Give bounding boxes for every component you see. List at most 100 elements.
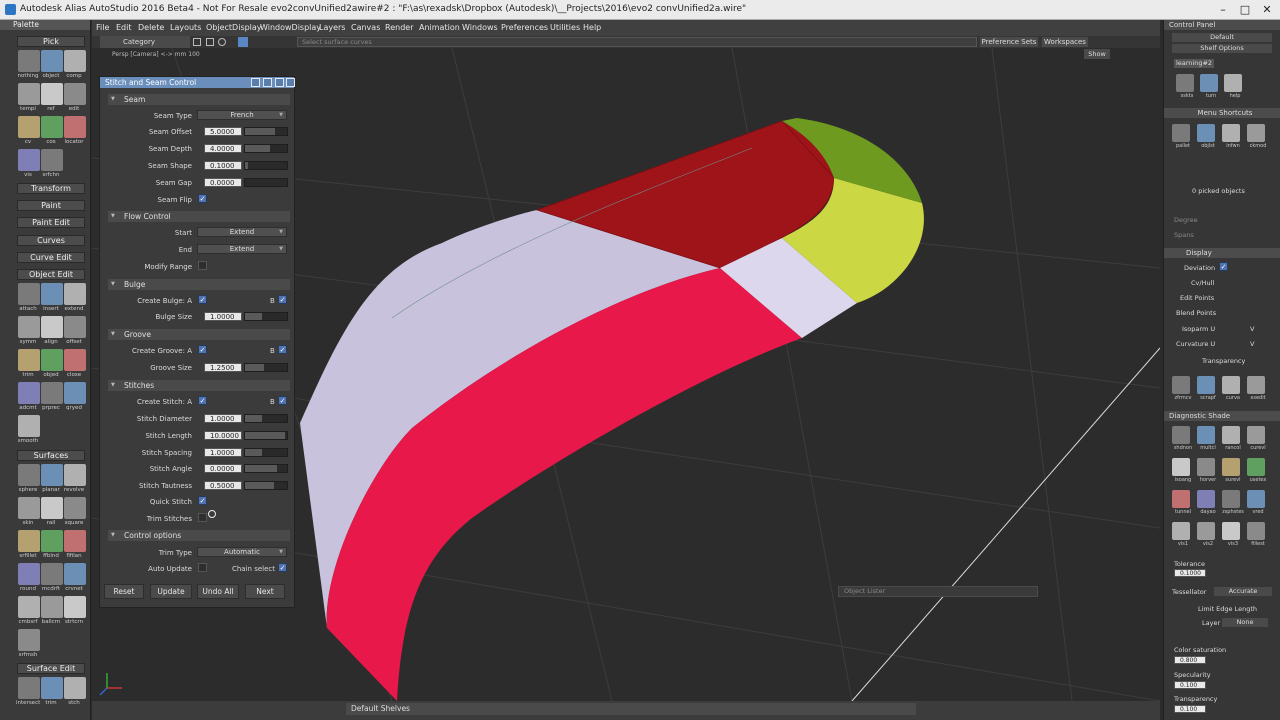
surevl-icon[interactable] [1222, 458, 1240, 476]
attach-icon[interactable] [18, 283, 40, 305]
close-icon[interactable] [64, 349, 86, 371]
menu-layers[interactable]: Layers [319, 23, 345, 32]
section-groove[interactable]: Groove [108, 329, 290, 340]
palette-section-curve-edit[interactable]: Curve Edit [17, 252, 85, 263]
stitch-spacing-slider[interactable] [244, 448, 288, 457]
seam-depth-slider[interactable] [244, 144, 288, 153]
section-seam[interactable]: Seam [108, 94, 290, 105]
seam-depth-field[interactable]: 4.0000 [204, 144, 242, 153]
cmbsrf-icon[interactable] [18, 596, 40, 618]
vis3-icon[interactable] [1222, 522, 1240, 540]
trim-type-dropdown[interactable]: Automatic [197, 547, 287, 557]
color-saturation-field[interactable]: 0.800 [1174, 656, 1206, 664]
cos-icon[interactable] [41, 116, 63, 138]
create-bulge-b-checkbox[interactable]: ✓ [278, 295, 287, 304]
snap-curve-icon[interactable] [206, 38, 214, 46]
palette-section-pick[interactable]: Pick [17, 36, 85, 47]
qryed-icon[interactable] [64, 382, 86, 404]
adcmt-icon[interactable] [18, 382, 40, 404]
stitch-length-field[interactable]: 10.0000 [204, 431, 242, 440]
dialog-options-icon[interactable] [251, 78, 260, 87]
help-icon[interactable] [1224, 74, 1242, 92]
palette-section-surface-edit[interactable]: Surface Edit [17, 663, 85, 674]
stitch-tautness-field[interactable]: 0.5000 [204, 481, 242, 490]
default-shelves-tab[interactable]: Default Shelves [346, 703, 916, 715]
specularity-field[interactable]: 0.100 [1174, 681, 1206, 689]
flow-start-dropdown[interactable]: Extend [197, 227, 287, 237]
stitch-diameter-field[interactable]: 1.0000 [204, 414, 242, 423]
trim-icon[interactable] [41, 677, 63, 699]
strtcrn-icon[interactable] [64, 596, 86, 618]
srfillet-icon[interactable] [18, 530, 40, 552]
menu-windows[interactable]: Windows [462, 23, 498, 32]
rail-icon[interactable] [41, 497, 63, 519]
create-bulge-a-checkbox[interactable]: ✓ [198, 295, 207, 304]
menu-preferences[interactable]: Preferences [501, 23, 548, 32]
menu-animation[interactable]: Animation [419, 23, 460, 32]
seam-flip-checkbox[interactable]: ✓ [198, 194, 207, 203]
ballcrn-icon[interactable] [41, 596, 63, 618]
objed-icon[interactable] [41, 349, 63, 371]
menu-objectdisplay[interactable]: ObjectDisplay [206, 23, 262, 32]
snap-point-icon[interactable] [218, 38, 226, 46]
rancol-icon[interactable] [1222, 426, 1240, 444]
palette-section-curves[interactable]: Curves [17, 235, 85, 246]
seam-type-dropdown[interactable]: French [197, 110, 287, 120]
turn-icon[interactable] [1200, 74, 1218, 92]
vis-icon[interactable] [18, 149, 40, 171]
display-header[interactable]: Display [1164, 248, 1280, 258]
vis2-icon[interactable] [1197, 522, 1215, 540]
infwn-icon[interactable] [1222, 124, 1240, 142]
tolerance-field[interactable]: 0.1000 [1174, 569, 1206, 577]
groove-size-field[interactable]: 1.2500 [204, 363, 242, 372]
vis1-icon[interactable] [1172, 522, 1190, 540]
skin-icon[interactable] [18, 497, 40, 519]
stitch-length-slider[interactable] [244, 431, 288, 440]
zfrmcv-icon[interactable] [1172, 376, 1190, 394]
offset-icon[interactable] [64, 316, 86, 338]
menu-utilities[interactable]: Utilities [550, 23, 580, 32]
seam-offset-slider[interactable] [244, 127, 288, 136]
transparency-toggle-label[interactable]: Transparency [1202, 357, 1245, 365]
round-icon[interactable] [18, 563, 40, 585]
objlst-icon[interactable] [1197, 124, 1215, 142]
prprec-icon[interactable] [41, 382, 63, 404]
next-button[interactable]: Next [245, 584, 285, 599]
templ-icon[interactable] [18, 83, 40, 105]
square-icon[interactable] [64, 497, 86, 519]
multcl-icon[interactable] [1197, 426, 1215, 444]
seam-gap-slider[interactable] [244, 178, 288, 187]
seam-shape-field[interactable]: 0.1000 [204, 161, 242, 170]
edit-icon[interactable] [64, 83, 86, 105]
sskts-icon[interactable] [1176, 74, 1194, 92]
menu-canvas[interactable]: Canvas [351, 23, 380, 32]
menu-delete[interactable]: Delete [138, 23, 164, 32]
palette-section-object-edit[interactable]: Object Edit [17, 269, 85, 280]
stch-icon[interactable] [64, 677, 86, 699]
update-button[interactable]: Update [150, 584, 192, 599]
sphere-icon[interactable] [18, 464, 40, 486]
locator-icon[interactable] [64, 116, 86, 138]
create-stitch-a-checkbox[interactable]: ✓ [198, 396, 207, 405]
flfilan-icon[interactable] [64, 530, 86, 552]
pallet-icon[interactable] [1172, 124, 1190, 142]
section-stitches[interactable]: Stitches [108, 380, 290, 391]
ffblnd-icon[interactable] [41, 530, 63, 552]
create-groove-a-checkbox[interactable]: ✓ [198, 345, 207, 354]
menu-edit[interactable]: Edit [116, 23, 132, 32]
auto-update-checkbox[interactable] [198, 563, 207, 572]
flow-end-dropdown[interactable]: Extend [197, 244, 287, 254]
section-bulge[interactable]: Bulge [108, 279, 290, 290]
planar-icon[interactable] [41, 464, 63, 486]
object-icon[interactable] [41, 50, 63, 72]
stitch-tautness-slider[interactable] [244, 481, 288, 490]
shelf-tab-learning[interactable]: learning#2 [1174, 59, 1214, 68]
symm-icon[interactable] [18, 316, 40, 338]
bulge-size-field[interactable]: 1.0000 [204, 312, 242, 321]
seam-gap-field[interactable]: 0.0000 [204, 178, 242, 187]
groove-size-slider[interactable] [244, 363, 288, 372]
zsphstes-icon[interactable] [1222, 490, 1240, 508]
stitch-angle-slider[interactable] [244, 464, 288, 473]
palette-section-surfaces[interactable]: Surfaces [17, 450, 85, 461]
vred-icon[interactable] [1247, 490, 1265, 508]
